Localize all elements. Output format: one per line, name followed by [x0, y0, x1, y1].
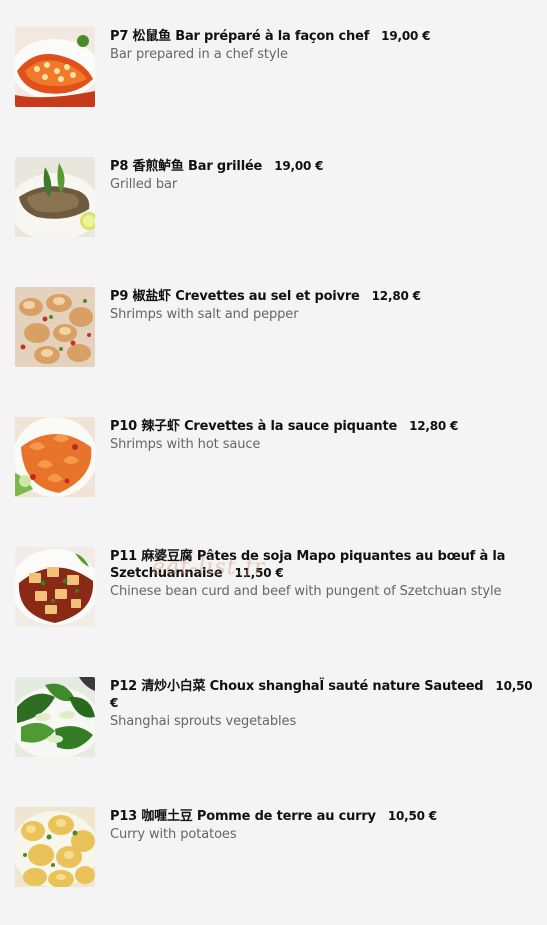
dish-description: Shrimps with salt and pepper [110, 307, 299, 322]
menu-item[interactable]: P9 椒盐虾 Crevettes au sel et poivre 12,80 €… [0, 287, 547, 369]
dish-code: P12 [110, 679, 138, 694]
mapo-tofu-dish-photo [15, 547, 95, 627]
curry-potatoes-dish-photo [15, 807, 95, 887]
menu-item[interactable]: P7 松鼠鱼 Bar préparé à la façon chef 19,00 … [0, 27, 547, 109]
dish-code: P8 [110, 159, 129, 174]
dish-title: P7 松鼠鱼 Bar préparé à la façon chef 19,00 … [110, 28, 540, 45]
dish-description: Chinese bean curd and beef with pungent … [110, 584, 502, 599]
dish-name: 椒盐虾 Crevettes au sel et poivre [132, 289, 360, 304]
dish-description: Shrimps with hot sauce [110, 437, 261, 452]
dish-name: 香煎鲈鱼 Bar grillée [132, 159, 263, 174]
dish-code: P10 [110, 419, 138, 434]
dish-name: 咖喱土豆 Pomme de terre au curry [141, 809, 376, 824]
dish-code: P13 [110, 809, 138, 824]
menu-item[interactable]: P11 麻婆豆腐 Pâtes de soja Mapo piquantes au… [0, 547, 547, 629]
menu-item[interactable]: P13 咖喱土豆 Pomme de terre au curry 10,50 € … [0, 807, 547, 889]
dish-name: 麻婆豆腐 Pâtes de soja Mapo piquantes au bœu… [110, 549, 506, 581]
dish-price: 10,50 € [387, 809, 437, 823]
dish-code: P7 [110, 29, 129, 44]
dish-title: P9 椒盐虾 Crevettes au sel et poivre 12,80 € [110, 288, 540, 305]
dish-price: 12,80 € [371, 289, 421, 303]
dish-description: Grilled bar [110, 177, 178, 192]
dish-name: 松鼠鱼 Bar préparé à la façon chef [132, 29, 370, 44]
dish-title: P11 麻婆豆腐 Pâtes de soja Mapo piquantes au… [110, 548, 540, 582]
dish-title: P13 咖喱土豆 Pomme de terre au curry 10,50 € [110, 808, 540, 825]
grilled-bass-dish-photo [15, 157, 95, 237]
dish-price: 11,50 € [234, 566, 284, 580]
dish-name: 清炒小白菜 Choux shanghaÏ sauté nature Sautee… [141, 679, 484, 694]
dish-code: P9 [110, 289, 129, 304]
dish-title: P8 香煎鲈鱼 Bar grillée 19,00 € [110, 158, 540, 175]
dish-price: 12,80 € [409, 419, 459, 433]
dish-description: Shanghai sprouts vegetables [110, 714, 297, 729]
salt-pepper-shrimp-dish-photo [15, 287, 95, 367]
menu-item[interactable]: P8 香煎鲈鱼 Bar grillée 19,00 € Grilled bar [0, 157, 547, 239]
hot-sauce-shrimp-dish-photo [15, 417, 95, 497]
dish-description: Bar prepared in a chef style [110, 47, 288, 62]
dish-code: P11 [110, 549, 138, 564]
shanghai-greens-dish-photo [15, 677, 95, 757]
dish-description: Curry with potatoes [110, 827, 237, 842]
menu-item[interactable]: P12 清炒小白菜 Choux shanghaÏ sauté nature Sa… [0, 677, 547, 759]
dish-name: 辣子虾 Crevettes à la sauce piquante [141, 419, 398, 434]
menu-item[interactable]: P10 辣子虾 Crevettes à la sauce piquante 12,… [0, 417, 547, 499]
squirrel-fish-dish-photo [15, 27, 95, 107]
dish-title: P10 辣子虾 Crevettes à la sauce piquante 12,… [110, 418, 540, 435]
dish-price: 19,00 € [381, 29, 431, 43]
dish-price: 19,00 € [274, 159, 324, 173]
dish-title: P12 清炒小白菜 Choux shanghaÏ sauté nature Sa… [110, 678, 540, 712]
